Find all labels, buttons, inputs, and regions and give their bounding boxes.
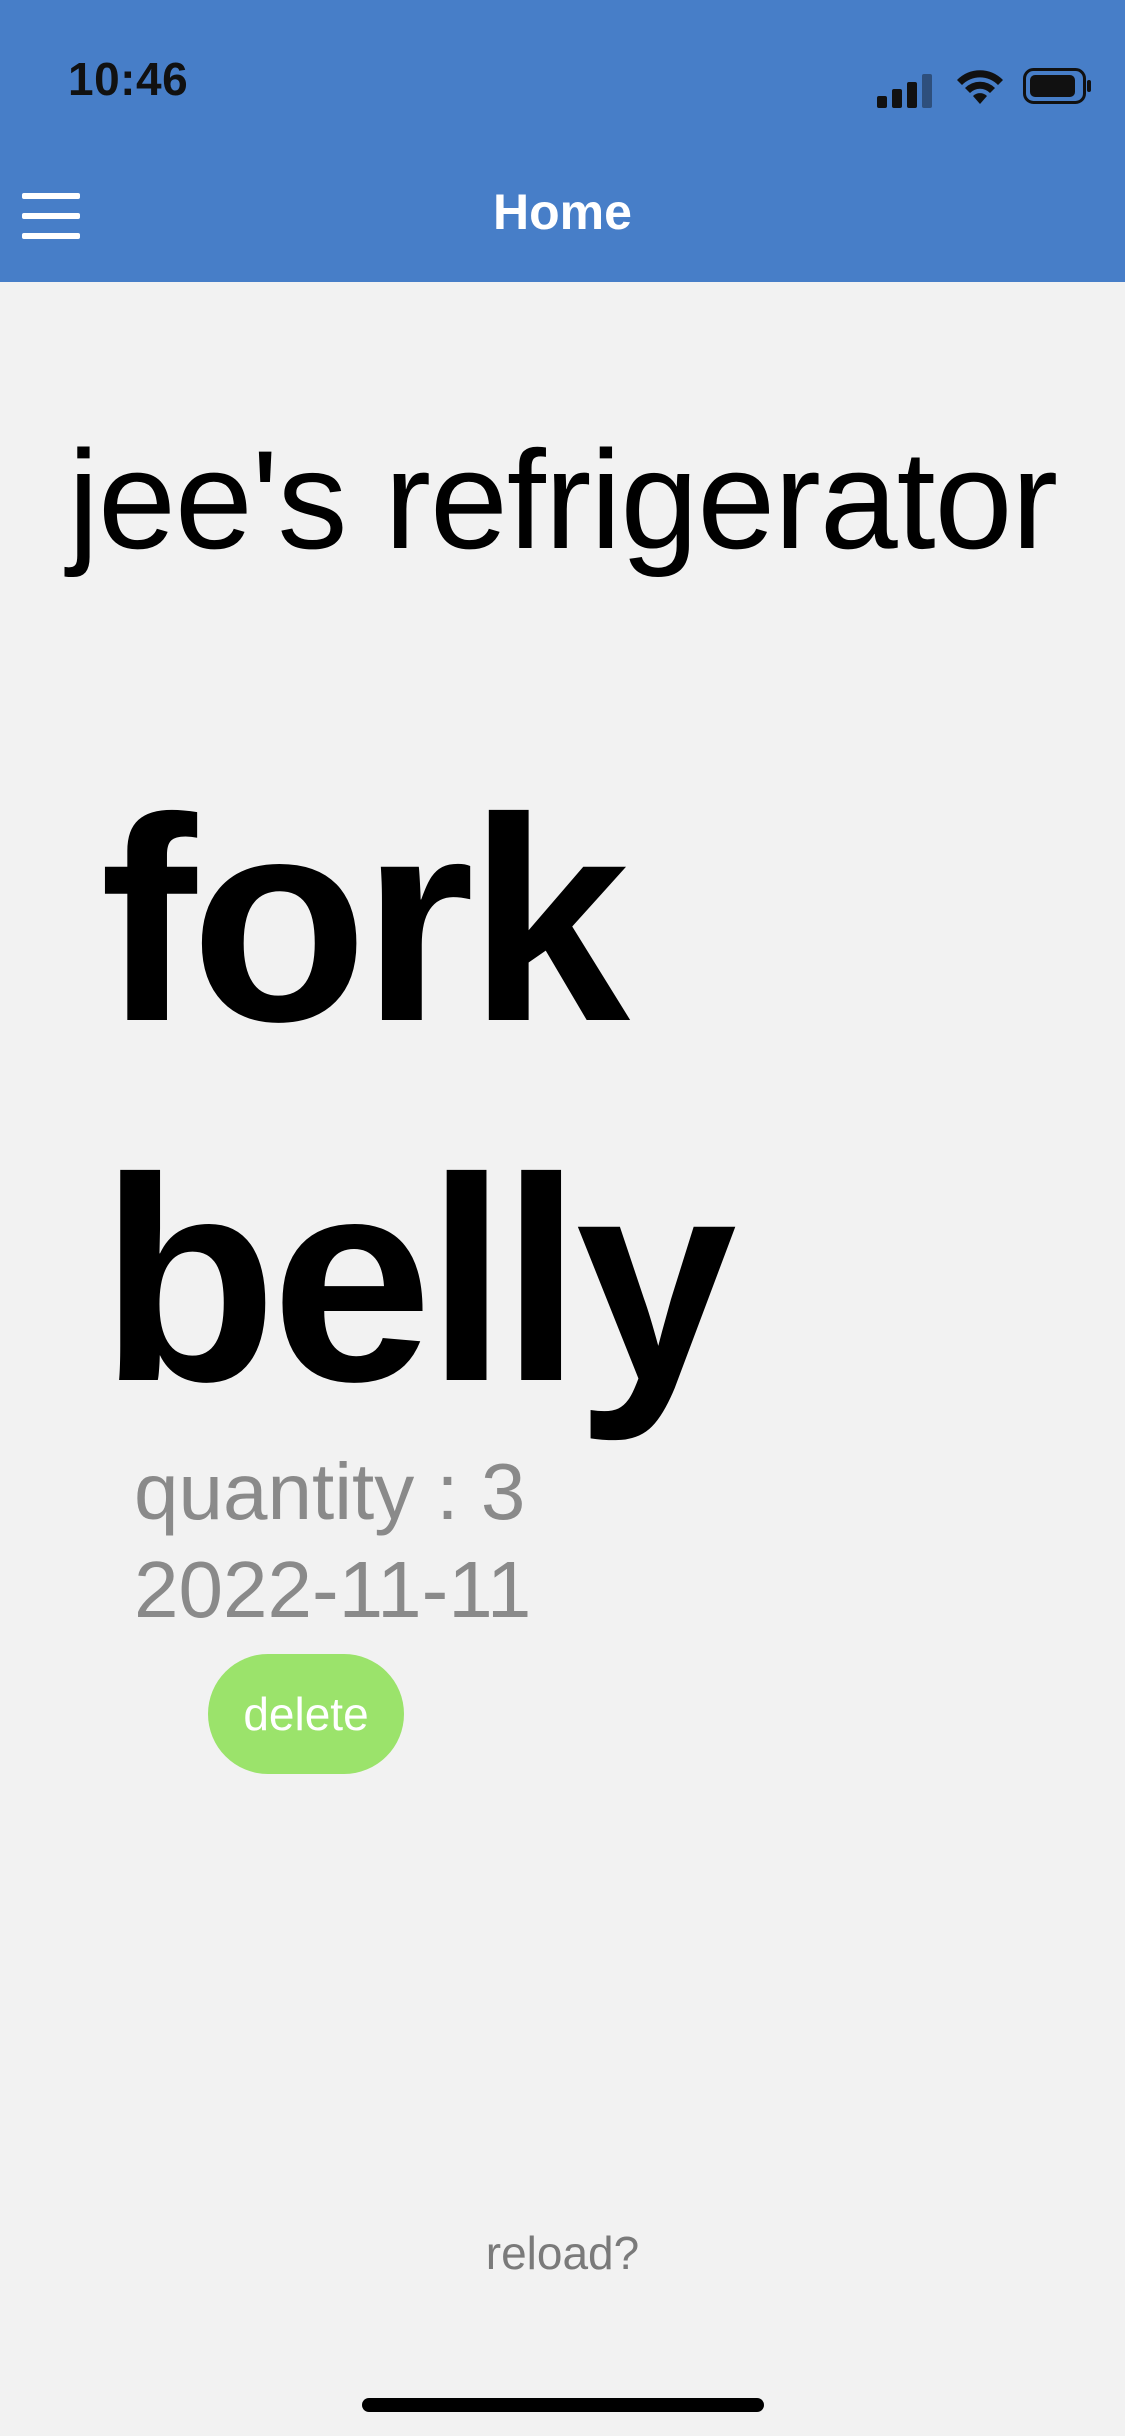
status-icons [877, 60, 1093, 108]
battery-icon [1023, 68, 1091, 104]
app-header: 10:46 Home [0, 0, 1125, 282]
cellular-signal-icon [877, 74, 932, 108]
item-quantity: quantity : 3 [134, 1447, 526, 1536]
header-title: Home [493, 184, 632, 240]
reload-link[interactable]: reload? [0, 2226, 1125, 2280]
item-date: 2022-11-11 [134, 1545, 532, 1634]
wifi-icon [957, 70, 1003, 104]
home-indicator [362, 2398, 764, 2412]
status-time: 10:46 [68, 53, 189, 105]
delete-button[interactable]: delete [208, 1654, 404, 1774]
item-name: fork belly [100, 758, 737, 1442]
fridge-title: jee's refrigerator [67, 421, 1058, 578]
